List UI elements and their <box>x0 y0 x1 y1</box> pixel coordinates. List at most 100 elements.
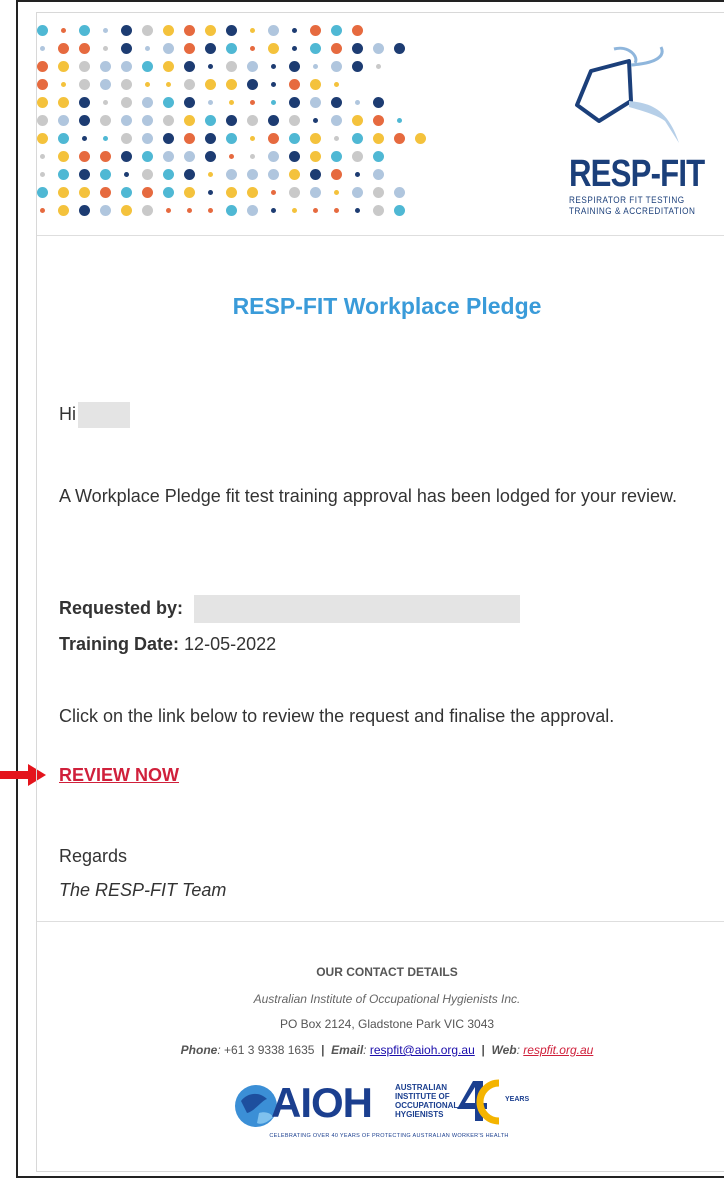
email-link[interactable]: respfit@aioh.org.au <box>370 1043 475 1057</box>
pattern-dot <box>376 64 381 69</box>
web-link[interactable]: respfit.org.au <box>523 1043 593 1057</box>
training-date-value: 12-05-2022 <box>184 634 277 654</box>
pattern-dot <box>79 97 90 108</box>
pattern-dot <box>208 208 213 213</box>
pattern-dot <box>292 28 297 33</box>
pattern-dot <box>352 43 363 54</box>
pattern-dot <box>184 187 195 198</box>
pattern-dot <box>229 154 234 159</box>
pattern-dot <box>82 136 87 141</box>
pattern-dot <box>100 205 111 216</box>
pattern-dot <box>184 97 195 108</box>
pattern-dot <box>163 61 174 72</box>
requested-by-label: Requested by <box>59 598 178 618</box>
pattern-dot <box>79 43 90 54</box>
pattern-dot <box>250 154 255 159</box>
pattern-dot <box>268 43 279 54</box>
pattern-dot <box>121 205 132 216</box>
pattern-dot <box>271 82 276 87</box>
pattern-dot <box>205 115 216 126</box>
footer-contacts: Phone: +61 3 9338 1635 | Email: respfit@… <box>180 1043 594 1057</box>
pattern-dot <box>292 208 297 213</box>
pattern-dot <box>184 133 195 144</box>
pattern-dot <box>58 205 69 216</box>
pattern-dot <box>397 118 402 123</box>
pattern-dot <box>100 61 111 72</box>
pattern-dot <box>271 190 276 195</box>
footer-org: Australian Institute of Occupational Hyg… <box>253 992 521 1006</box>
pattern-dot <box>100 151 111 162</box>
pattern-dot <box>268 151 279 162</box>
pattern-dot <box>79 187 90 198</box>
pattern-dot <box>208 100 213 105</box>
pattern-dot <box>271 100 276 105</box>
pattern-dot <box>268 115 279 126</box>
pattern-dot <box>352 61 363 72</box>
pattern-dot <box>334 82 339 87</box>
pattern-dot <box>247 169 258 180</box>
redacted-name <box>78 402 130 429</box>
pattern-dot <box>268 169 279 180</box>
pattern-dot <box>331 43 342 54</box>
pattern-dot <box>394 43 405 54</box>
pattern-dot <box>334 190 339 195</box>
pattern-dot <box>79 61 90 72</box>
pattern-dot <box>373 43 384 54</box>
pattern-dot <box>352 115 363 126</box>
pattern-dot <box>250 46 255 51</box>
pattern-dot <box>226 133 237 144</box>
pattern-dot <box>142 25 153 36</box>
pattern-dot <box>103 136 108 141</box>
pattern-dot <box>121 43 132 54</box>
pattern-dot <box>79 79 90 90</box>
pattern-dot <box>394 187 405 198</box>
pattern-dot <box>166 82 171 87</box>
pattern-dot <box>121 151 132 162</box>
pattern-dot <box>247 61 258 72</box>
pattern-dot <box>166 208 171 213</box>
pattern-dot <box>310 43 321 54</box>
pattern-dot <box>226 205 237 216</box>
review-now-link[interactable]: REVIEW NOW <box>59 765 179 786</box>
pattern-dot <box>163 151 174 162</box>
pattern-dot <box>310 151 321 162</box>
pattern-dot <box>313 64 318 69</box>
pattern-dot <box>121 187 132 198</box>
email-card: RESP-FIT RESPIRATOR FIT TESTING TRAINING… <box>36 12 724 1172</box>
pattern-dot <box>37 133 48 144</box>
aioh-years: YEARS <box>505 1096 530 1103</box>
instruction-text: Click on the link below to review the re… <box>59 706 615 726</box>
pattern-dot <box>142 169 153 180</box>
pattern-dot <box>205 25 216 36</box>
pattern-dot <box>205 79 216 90</box>
pattern-dot <box>37 25 48 36</box>
pattern-dot <box>310 25 321 36</box>
pattern-dot <box>352 187 363 198</box>
aioh-name: AUSTRALIAN INSTITUTE OF OCCUPATIONAL HYG… <box>395 1083 459 1119</box>
pattern-dot <box>268 25 279 36</box>
pattern-dot <box>142 151 153 162</box>
pattern-dot <box>352 25 363 36</box>
pattern-dot <box>373 205 384 216</box>
pattern-dot <box>58 169 69 180</box>
pattern-dot <box>268 133 279 144</box>
pattern-dot <box>163 115 174 126</box>
footer-divider <box>37 921 724 922</box>
pattern-dot <box>334 136 339 141</box>
pattern-dot <box>205 133 216 144</box>
pattern-dot <box>331 151 342 162</box>
footer-address: PO Box 2124, Gladstone Park VIC 3043 <box>279 1017 495 1031</box>
pattern-dot <box>61 28 66 33</box>
pattern-dot <box>184 61 195 72</box>
pattern-dot <box>100 169 111 180</box>
pattern-dot <box>226 61 237 72</box>
pattern-dot <box>58 151 69 162</box>
pattern-dot <box>184 79 195 90</box>
pattern-dot <box>58 187 69 198</box>
pattern-dot <box>373 151 384 162</box>
respirator-mask-icon <box>575 46 679 143</box>
training-date-label: Training Date <box>59 634 174 654</box>
pattern-dot <box>187 208 192 213</box>
pattern-dot <box>37 115 48 126</box>
pattern-dot <box>58 61 69 72</box>
